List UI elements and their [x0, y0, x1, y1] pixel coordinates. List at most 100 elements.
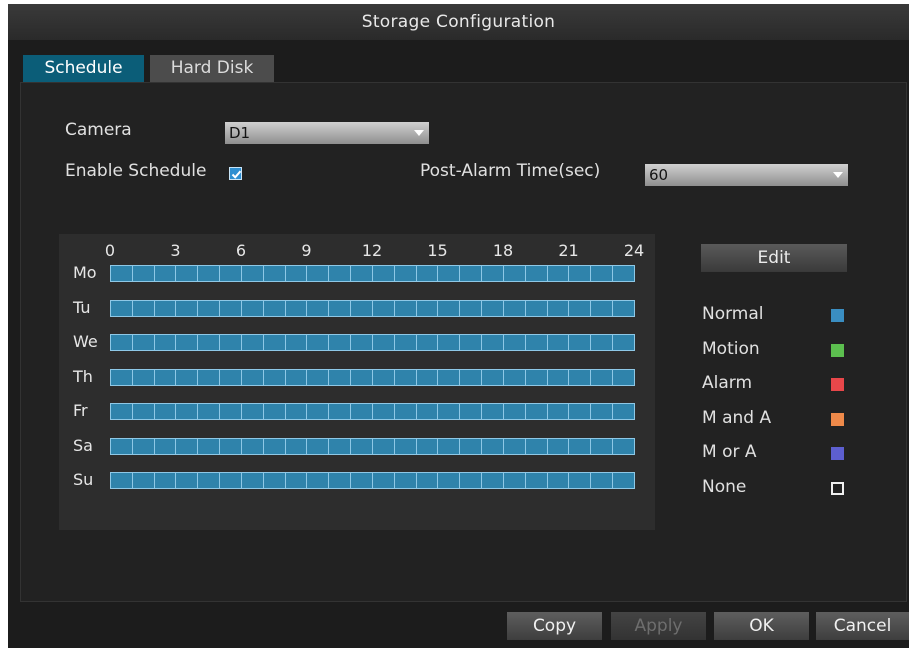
schedule-hour-cell[interactable]	[416, 473, 439, 488]
schedule-hour-cell[interactable]	[591, 438, 614, 454]
schedule-row[interactable]	[110, 299, 635, 317]
schedule-hour-cell[interactable]	[591, 266, 614, 281]
schedule-hour-cell[interactable]	[198, 335, 221, 350]
schedule-hour-cell[interactable]	[263, 438, 286, 454]
schedule-hour-cell[interactable]	[263, 473, 286, 488]
schedule-hour-cell[interactable]	[547, 473, 570, 488]
schedule-hour-cell[interactable]	[111, 369, 133, 385]
schedule-hour-cell[interactable]	[569, 266, 592, 281]
schedule-hour-cell[interactable]	[329, 335, 352, 350]
schedule-hour-cell[interactable]	[416, 404, 439, 419]
schedule-hour-cell[interactable]	[438, 369, 461, 385]
schedule-hour-cell[interactable]	[547, 369, 570, 385]
schedule-hour-cell[interactable]	[503, 438, 526, 454]
schedule-hour-cell[interactable]	[220, 473, 242, 488]
schedule-hour-cell[interactable]	[351, 266, 373, 281]
schedule-hour-cell[interactable]	[569, 335, 592, 350]
tab-hard-disk[interactable]: Hard Disk	[150, 55, 274, 82]
schedule-hour-cell[interactable]	[132, 300, 155, 316]
schedule-hour-cell[interactable]	[241, 335, 264, 350]
schedule-hour-cell[interactable]	[525, 404, 548, 419]
schedule-hour-cell[interactable]	[438, 404, 461, 419]
schedule-hour-cell[interactable]	[503, 473, 526, 488]
schedule-hour-cell[interactable]	[198, 266, 221, 281]
schedule-hour-cell[interactable]	[220, 300, 242, 316]
schedule-hour-cell[interactable]	[111, 266, 133, 281]
schedule-hour-cell[interactable]	[329, 266, 352, 281]
schedule-hour-cell[interactable]	[482, 473, 504, 488]
schedule-hour-cell[interactable]	[372, 369, 395, 385]
schedule-hour-cell[interactable]	[241, 300, 264, 316]
schedule-hour-cell[interactable]	[569, 300, 592, 316]
schedule-hour-cell[interactable]	[154, 335, 177, 350]
schedule-hour-cell[interactable]	[438, 300, 461, 316]
schedule-hour-cell[interactable]	[198, 404, 221, 419]
schedule-hour-cell[interactable]	[154, 369, 177, 385]
schedule-hour-cell[interactable]	[591, 404, 614, 419]
schedule-row[interactable]	[110, 437, 635, 455]
schedule-hour-cell[interactable]	[613, 438, 634, 454]
schedule-hour-cell[interactable]	[263, 266, 286, 281]
schedule-hour-cell[interactable]	[132, 335, 155, 350]
schedule-hour-cell[interactable]	[263, 369, 286, 385]
schedule-hour-cell[interactable]	[198, 438, 221, 454]
schedule-hour-cell[interactable]	[394, 335, 417, 350]
schedule-row[interactable]	[110, 334, 635, 351]
schedule-hour-cell[interactable]	[307, 438, 330, 454]
schedule-hour-cell[interactable]	[372, 266, 395, 281]
schedule-hour-cell[interactable]	[307, 404, 330, 419]
schedule-hour-cell[interactable]	[307, 369, 330, 385]
schedule-hour-cell[interactable]	[547, 266, 570, 281]
schedule-hour-cell[interactable]	[263, 335, 286, 350]
schedule-hour-cell[interactable]	[482, 438, 504, 454]
schedule-hour-cell[interactable]	[176, 335, 199, 350]
schedule-hour-cell[interactable]	[482, 335, 504, 350]
schedule-hour-cell[interactable]	[613, 473, 634, 488]
schedule-hour-cell[interactable]	[547, 438, 570, 454]
schedule-hour-cell[interactable]	[176, 369, 199, 385]
schedule-hour-cell[interactable]	[460, 335, 483, 350]
schedule-row[interactable]	[110, 265, 635, 282]
schedule-hour-cell[interactable]	[416, 266, 439, 281]
schedule-hour-cell[interactable]	[591, 473, 614, 488]
schedule-hour-cell[interactable]	[460, 369, 483, 385]
schedule-row[interactable]	[110, 403, 635, 420]
schedule-hour-cell[interactable]	[285, 300, 308, 316]
schedule-hour-cell[interactable]	[394, 438, 417, 454]
schedule-hour-cell[interactable]	[351, 369, 373, 385]
schedule-hour-cell[interactable]	[372, 438, 395, 454]
schedule-hour-cell[interactable]	[154, 300, 177, 316]
schedule-hour-cell[interactable]	[525, 369, 548, 385]
schedule-hour-cell[interactable]	[503, 266, 526, 281]
schedule-hour-cell[interactable]	[241, 404, 264, 419]
schedule-hour-cell[interactable]	[241, 266, 264, 281]
schedule-hour-cell[interactable]	[176, 266, 199, 281]
schedule-hour-cell[interactable]	[220, 266, 242, 281]
schedule-hour-cell[interactable]	[525, 473, 548, 488]
post-alarm-time-select[interactable]: 60	[645, 164, 848, 186]
schedule-hour-cell[interactable]	[503, 300, 526, 316]
schedule-hour-cell[interactable]	[307, 266, 330, 281]
schedule-hour-cell[interactable]	[329, 300, 352, 316]
schedule-hour-cell[interactable]	[438, 335, 461, 350]
schedule-hour-cell[interactable]	[569, 369, 592, 385]
schedule-hour-cell[interactable]	[372, 404, 395, 419]
schedule-hour-cell[interactable]	[154, 266, 177, 281]
schedule-hour-cell[interactable]	[285, 335, 308, 350]
schedule-hour-cell[interactable]	[351, 473, 373, 488]
schedule-hour-cell[interactable]	[220, 335, 242, 350]
schedule-hour-cell[interactable]	[482, 300, 504, 316]
schedule-hour-cell[interactable]	[460, 266, 483, 281]
ok-button[interactable]: OK	[714, 612, 809, 640]
schedule-hour-cell[interactable]	[285, 404, 308, 419]
schedule-hour-cell[interactable]	[460, 404, 483, 419]
schedule-hour-cell[interactable]	[329, 473, 352, 488]
schedule-hour-cell[interactable]	[241, 438, 264, 454]
schedule-hour-cell[interactable]	[394, 404, 417, 419]
schedule-hour-cell[interactable]	[569, 438, 592, 454]
tab-schedule[interactable]: Schedule	[23, 55, 144, 82]
schedule-hour-cell[interactable]	[569, 473, 592, 488]
schedule-hour-cell[interactable]	[372, 300, 395, 316]
schedule-hour-cell[interactable]	[263, 300, 286, 316]
schedule-hour-cell[interactable]	[198, 300, 221, 316]
